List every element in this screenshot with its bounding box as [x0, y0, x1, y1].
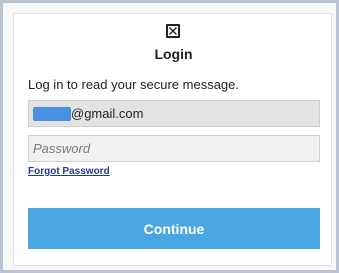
email-field[interactable]: @gmail.com — [28, 100, 320, 127]
password-field[interactable] — [28, 135, 320, 162]
window-frame: Login Log in to read your secure message… — [0, 0, 339, 273]
envelope-x-glyph — [169, 27, 177, 35]
redacted-email-prefix — [33, 106, 71, 121]
forgot-password-link[interactable]: Forgot Password — [28, 166, 110, 177]
login-card: Login Log in to read your secure message… — [13, 13, 332, 266]
continue-button[interactable]: Continue — [28, 208, 320, 249]
email-value: @gmail.com — [71, 106, 144, 121]
page-title: Login — [154, 46, 193, 62]
login-subtitle: Log in to read your secure message. — [28, 77, 240, 92]
envelope-x-icon — [166, 24, 180, 38]
